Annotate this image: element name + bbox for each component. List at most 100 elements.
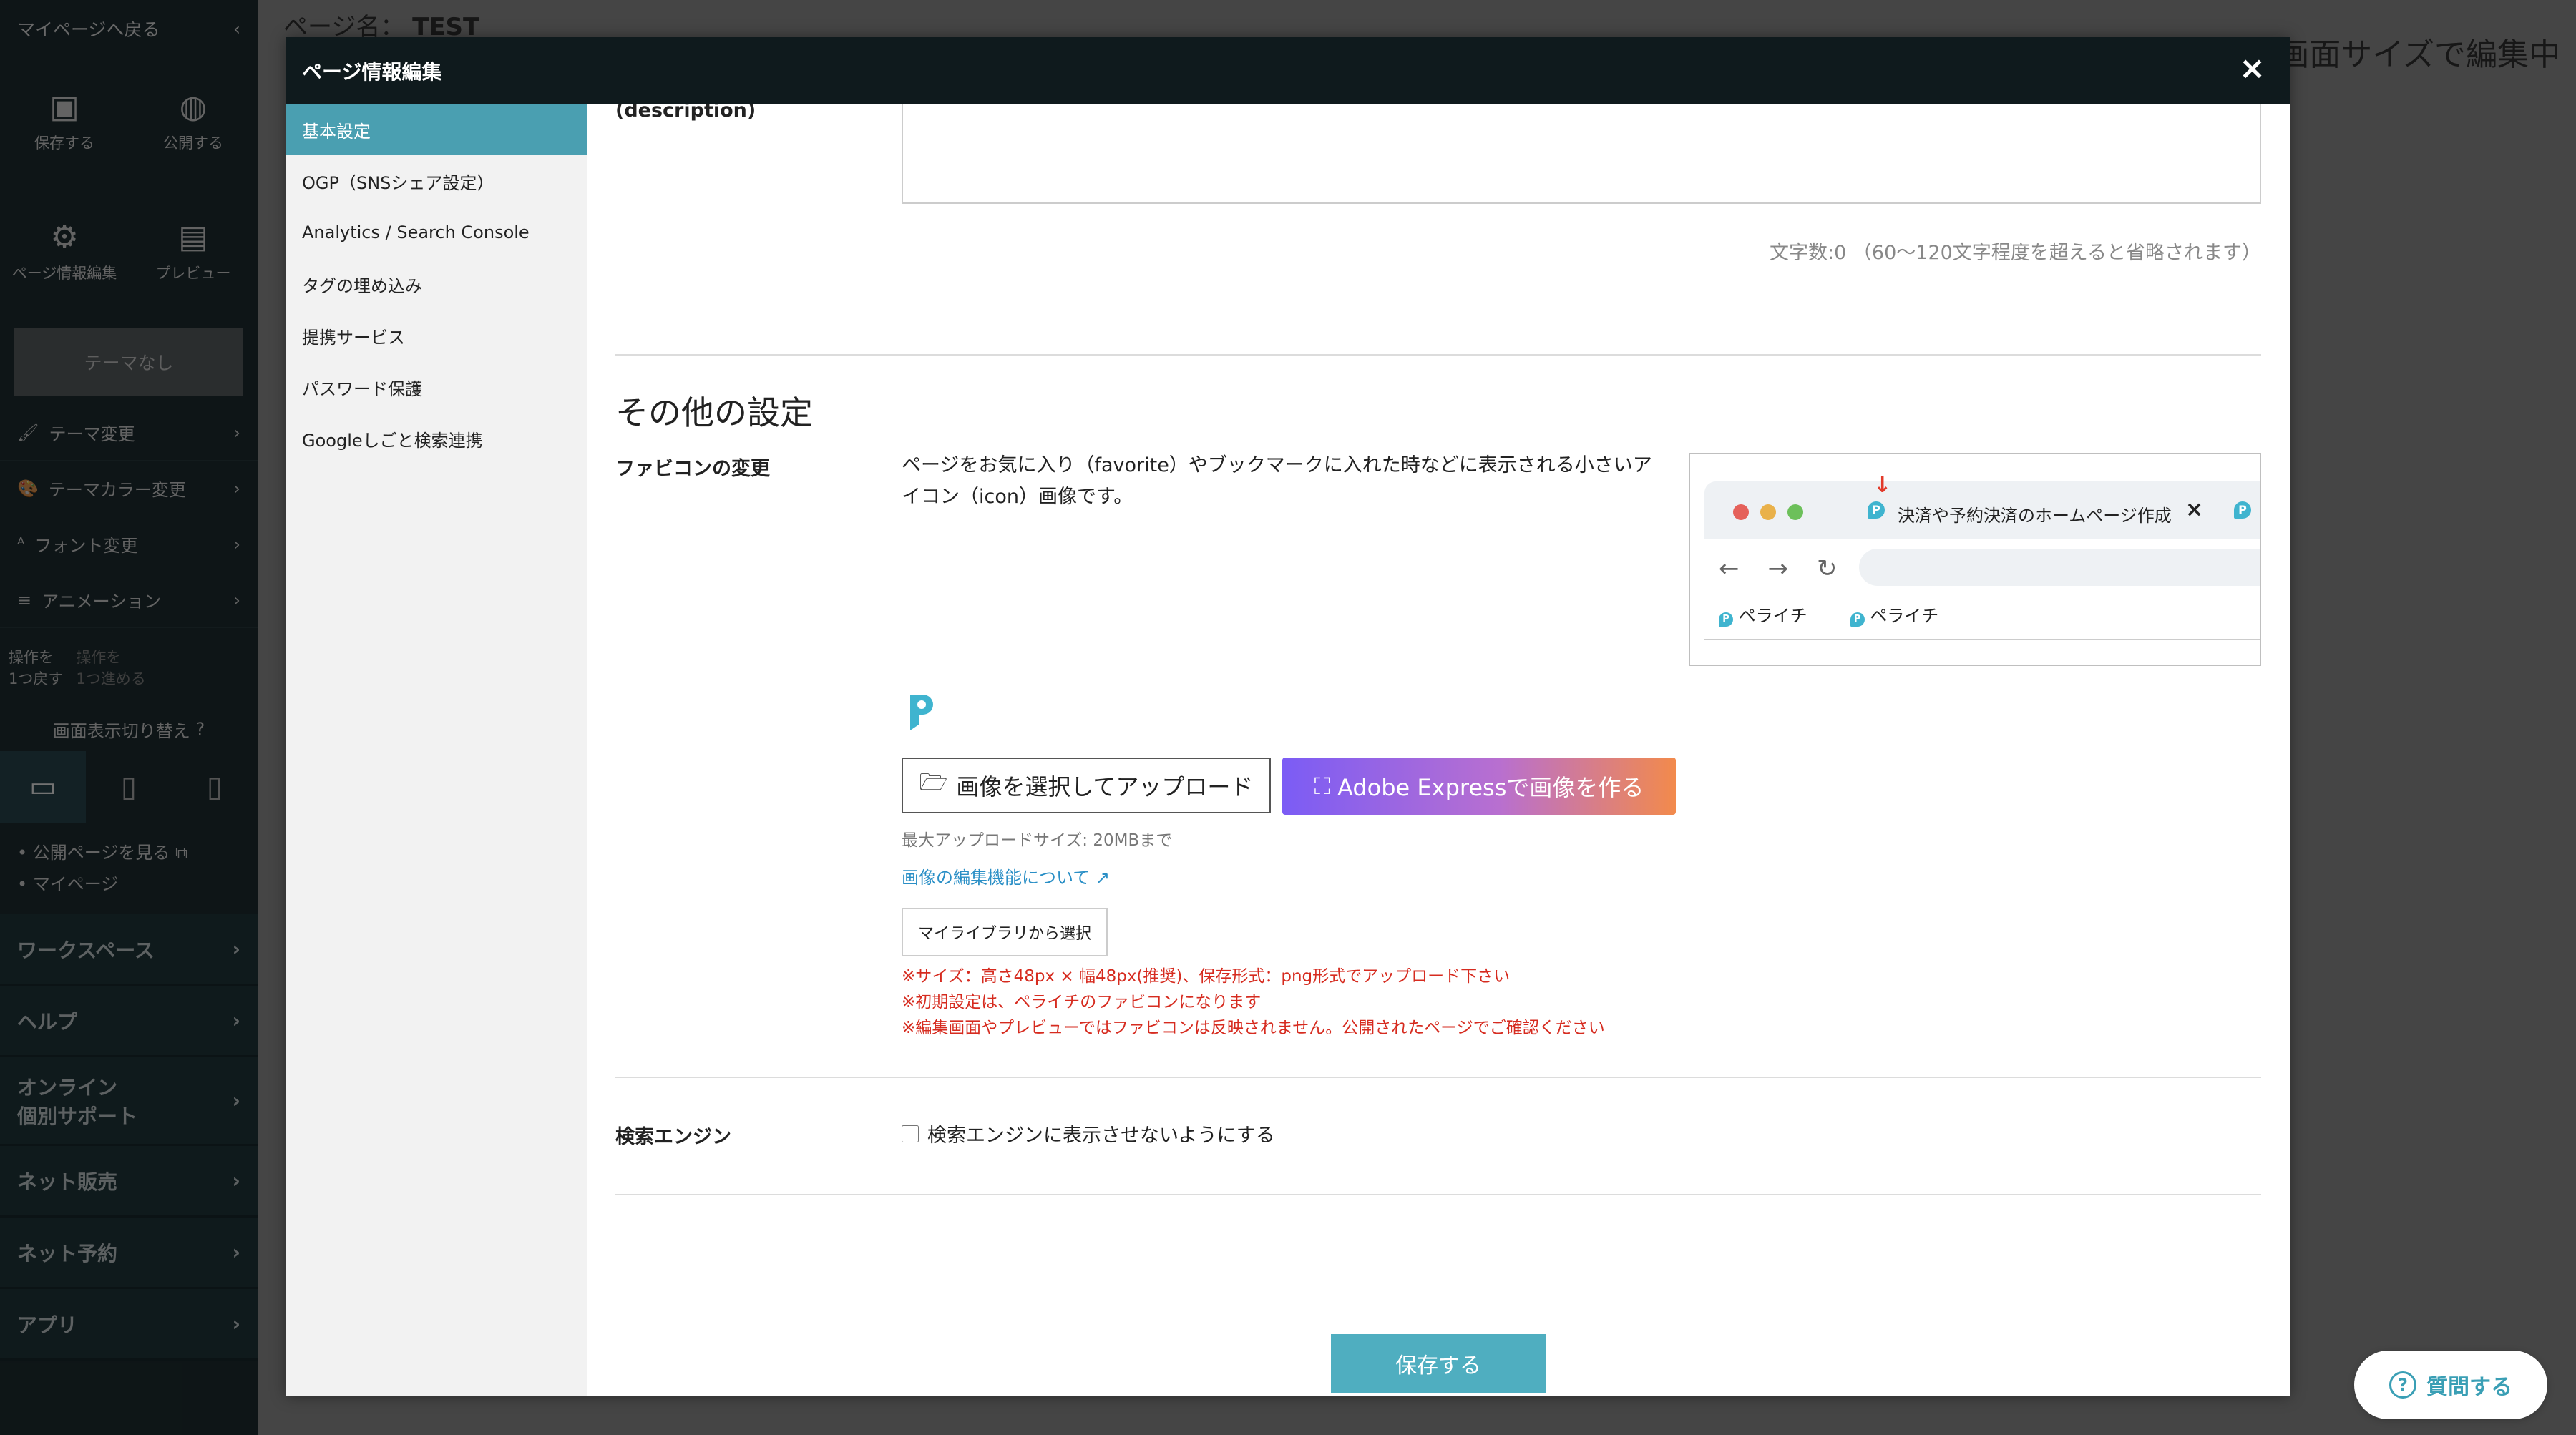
favicon-description: ページをお気に入り（favorite）やブックマークに入れた時などに表示される小…	[902, 454, 1652, 508]
public-page-link-label: 公開ページを見る	[32, 843, 170, 863]
bottom-nav-item[interactable]: ネット予約 ›	[0, 1218, 258, 1289]
save-button[interactable]: 保存する	[1331, 1334, 1546, 1393]
max-upload-size: 最大アップロードサイズ: 20MBまで	[902, 831, 1173, 850]
back-to-mypage-label: マイページへ戻る	[17, 19, 160, 40]
side-menu-glyph-icon: ≡	[17, 589, 32, 610]
chevron-right-icon: ›	[232, 1240, 240, 1264]
back-arrow-icon: ←	[1719, 554, 1740, 583]
noindex-label: 検索エンジンに表示させないようにする	[927, 1125, 1275, 1147]
sidebar-links: • 公開ページを見る ⧉ • マイページ	[0, 823, 258, 914]
green-dot-icon	[1787, 504, 1803, 520]
noindex-checkbox[interactable]	[902, 1125, 919, 1142]
modal-nav-item[interactable]: タグの埋め込み	[286, 258, 587, 310]
side-menu-item[interactable]: ᴬ フォント変更 ›	[0, 516, 258, 572]
side-menu-item[interactable]: ≡ アニメーション ›	[0, 572, 258, 628]
arrow-down-icon: ↓	[1873, 473, 1892, 498]
editor-header: ページ名： TEST の画面サイズで編集中	[279, 0, 2576, 73]
bookmark-label: ペライチ	[1870, 606, 1939, 626]
help-question-label: 質問する	[2426, 1375, 2512, 1400]
chevron-right-icon: ›	[232, 1009, 240, 1032]
tablet-view-icon[interactable]: ▯	[86, 751, 172, 823]
sidebar-action-save[interactable]: ▣ 保存する	[0, 57, 129, 187]
sidebar-action-preview[interactable]: ▤ プレビュー	[129, 187, 258, 318]
help-question-button[interactable]: ? 質問する	[2354, 1351, 2547, 1419]
sidebar-action-globe[interactable]: ◍ 公開する	[129, 57, 258, 187]
adobe-express-label: Adobe Expressで画像を作る	[1337, 774, 1644, 801]
favicon-preview-icon: P	[1868, 501, 1885, 519]
upload-image-button[interactable]: 🗁 画像を選択してアップロード	[902, 758, 1271, 813]
mobile-view-icon[interactable]: ▯	[172, 751, 258, 823]
adobe-express-button[interactable]: ⛶ Adobe Expressで画像を作る	[1282, 758, 1676, 815]
side-menu-label-group: 🖌 テーマ変更	[17, 420, 135, 445]
modal-nav-item[interactable]: Analytics / Search Console	[286, 207, 587, 258]
sidebar-action-label: 保存する	[34, 134, 94, 152]
select-from-library-button[interactable]: マイライブラリから選択	[902, 908, 1108, 956]
favicon-note: ※サイズ：高さ48px × 幅48px(推奨)、保存形式：png形式でアップロー…	[902, 967, 1511, 986]
bottom-nav-item[interactable]: ワークスペース ›	[0, 914, 258, 986]
modal-nav-item[interactable]: OGP（SNSシェア設定）	[286, 155, 587, 207]
gear-icon: ⚙	[50, 219, 79, 255]
view-toggle-title: 画面表示切り替え ?	[0, 707, 258, 751]
current-favicon-icon	[910, 695, 933, 730]
chevron-right-icon: ›	[232, 937, 240, 961]
side-menu-glyph-icon: 🖌	[17, 422, 39, 443]
bottom-nav-label: ネット予約	[17, 1241, 118, 1265]
red-dot-icon	[1733, 504, 1749, 520]
close-icon[interactable]: ×	[2239, 50, 2265, 87]
side-menu-label-group: ᴬ フォント変更	[17, 532, 137, 557]
preview-tab-bar: ↓ P 決済や予約決済のホームページ作成 × P	[1704, 473, 2260, 539]
side-menu-label: フォント変更	[34, 536, 138, 556]
bottom-nav-item[interactable]: アプリ ›	[0, 1289, 258, 1361]
modal-nav-item[interactable]: 基本設定	[286, 104, 587, 155]
char-count: 文字数:0 （60〜120文字程度を超えると省略されます）	[1770, 242, 2261, 264]
bottom-nav-item[interactable]: ヘルプ ›	[0, 986, 258, 1057]
bottom-nav-item[interactable]: オンライン 個別サポート ›	[0, 1057, 258, 1146]
chevron-right-icon: ›	[233, 534, 240, 554]
preview-url-bar	[1859, 549, 2260, 586]
bookmark-item: P ペライチ	[1850, 602, 1939, 627]
screen-size-indicator: の画面サイズで編集中	[2246, 36, 2560, 73]
modal-nav-item[interactable]: パスワード保護	[286, 361, 587, 413]
favicon-note: ※編集画面やプレビューではファビコンは反映されません。公開されたページでご確認く…	[902, 1019, 1605, 1037]
bookmark-label: ペライチ	[1738, 606, 1807, 626]
favicon-label: ファビコンの変更	[615, 458, 770, 480]
sidebar-action-gear[interactable]: ⚙ ページ情報編集	[0, 187, 129, 318]
side-menu-label-group: ≡ アニメーション	[17, 587, 161, 612]
chevron-right-icon: ›	[233, 589, 240, 610]
tab-close-icon: ×	[2185, 497, 2204, 522]
bottom-nav-label: アプリ	[17, 1313, 78, 1337]
side-menu-item[interactable]: 🖌 テーマ変更 ›	[0, 405, 258, 461]
side-menu-label: アニメーション	[42, 592, 162, 612]
preview-bookmarks: P ペライチ P ペライチ	[1719, 602, 1938, 627]
sidebar-action-label: ページ情報編集	[11, 265, 117, 282]
side-menu-label: テーマカラー変更	[48, 480, 186, 500]
back-to-mypage-link[interactable]: マイページへ戻る ‹	[0, 0, 258, 57]
public-page-link[interactable]: • 公開ページを見る ⧉	[17, 837, 243, 868]
mypage-link[interactable]: • マイページ	[17, 868, 243, 900]
forward-arrow-icon: →	[1767, 554, 1789, 583]
chevron-right-icon: ›	[232, 1089, 240, 1112]
preview-nav-buttons: ← → ↻	[1719, 554, 1838, 583]
undo-button[interactable]: 操作を 1つ戻す	[9, 646, 63, 689]
modal-nav-item[interactable]: Googleしごと検索連携	[286, 413, 587, 464]
desktop-view-icon[interactable]: ▭	[0, 751, 86, 823]
side-menu-label-group: 🎨 テーマカラー変更	[17, 476, 186, 501]
description-textarea[interactable]	[902, 104, 2261, 204]
favicon-preview-icon-2: P	[2234, 501, 2251, 519]
chevron-right-icon: ›	[233, 422, 240, 443]
description-label: (description)	[615, 104, 756, 122]
image-edit-feature-link[interactable]: 画像の編集機能について ↗	[902, 863, 1110, 888]
sidebar-icon-grid: ▣ 保存する ◍ 公開する ⚙ ページ情報編集 ▤ プレビュー	[0, 57, 258, 318]
redo-button[interactable]: 操作を 1つ進める	[76, 646, 145, 689]
other-settings-title: その他の設定	[615, 393, 813, 432]
noindex-option[interactable]: 検索エンジンに表示させないようにする	[902, 1120, 1275, 1147]
side-menu-item[interactable]: 🎨 テーマカラー変更 ›	[0, 461, 258, 516]
image-frame-icon: ⛶	[1314, 772, 1331, 800]
side-menu-glyph-icon: 🎨	[17, 478, 39, 499]
theme-none-button[interactable]: テーマなし	[14, 328, 243, 396]
external-link-icon: ⧉	[175, 843, 188, 863]
help-circle-icon[interactable]: ?	[195, 719, 205, 739]
modal-nav-item[interactable]: 提携サービス	[286, 310, 587, 361]
upload-image-label: 画像を選択してアップロード	[956, 773, 1254, 800]
bottom-nav-item[interactable]: ネット販売 ›	[0, 1146, 258, 1218]
